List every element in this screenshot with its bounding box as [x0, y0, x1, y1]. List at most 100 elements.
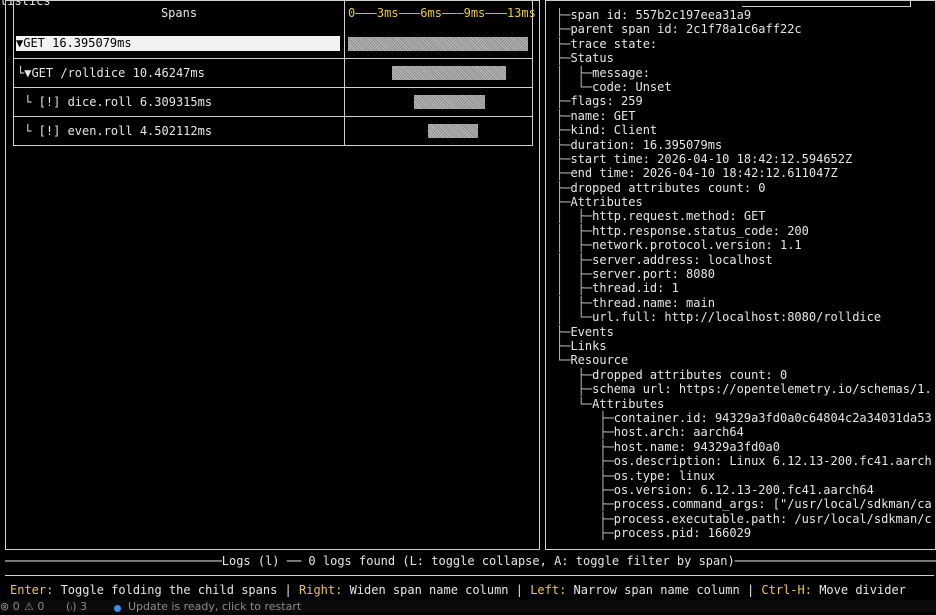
help-key-left: Left:	[530, 583, 567, 597]
span-detail-tree[interactable]: ├─span id: 557b2c197eea31a9 ├─parent span…	[556, 8, 934, 544]
logs-panel-header[interactable]: ──────────────────────────────Logs (l) ─…	[5, 553, 936, 576]
help-key-right: Right:	[299, 583, 343, 597]
detail-line: ├─Events	[556, 325, 934, 339]
status-bar: ⊗ 0 ⚠ 0 (ᵢ) 3 Update is ready, click to …	[0, 600, 936, 615]
detail-text: process.command_args: ["/usr/local/sdkma…	[613, 497, 932, 512]
detail-line: ├─dropped attributes count: 0	[556, 181, 934, 195]
detail-line: ├─parent span id: 2c1f78a1c6aff22c	[556, 22, 934, 36]
detail-text: Links	[570, 338, 607, 353]
detail-line: │ ├─thread.id: 1	[556, 281, 934, 295]
span-row-rolldice[interactable]: └▼GET /rolldice 10.46247ms	[14, 59, 532, 88]
detail-line: ├─Attributes	[556, 195, 934, 209]
detail-text: dropped attributes count: 0	[570, 180, 766, 195]
help-text-right: Widen span name column |	[342, 583, 531, 597]
detail-line: ├─dropped attributes count: 0	[556, 368, 934, 382]
tree-connector: ├─	[556, 94, 571, 109]
detail-text: message:	[592, 65, 650, 80]
help-text-enter: Toggle folding the child spans |	[53, 583, 299, 597]
detail-text: Status	[570, 51, 614, 66]
detail-text: dropped attributes count: 0	[592, 367, 788, 382]
detail-line: └─Resource	[556, 353, 934, 367]
logs-title: ──────────────────────────────Logs (l) ─…	[5, 554, 936, 568]
tree-connector: ├─	[556, 8, 571, 22]
detail-line: │ └─code: Unset	[556, 80, 934, 94]
tree-connector: │ ├─	[556, 223, 593, 238]
tree-connector: ├─	[556, 482, 614, 497]
span-row-get[interactable]: ▼GET 16.395079ms	[14, 30, 532, 59]
tree-connector: │ ├─	[556, 281, 593, 296]
detail-text: start time: 2026-04-10 18:42:12.594652Z	[570, 151, 853, 166]
tree-connector: │ ├─	[556, 267, 593, 282]
help-text-ctrl-h: Move divider	[811, 583, 906, 597]
tree-connector: └─	[556, 353, 571, 368]
detail-line: ├─duration: 16.395079ms	[556, 138, 934, 152]
span-duration-bar	[414, 95, 485, 109]
span-row-even-roll[interactable]: └ [!] even.roll 4.502112ms	[14, 117, 532, 146]
detail-line: ├─process.executable.path: /usr/local/sd…	[556, 512, 934, 526]
tree-connector: │ └─	[556, 79, 593, 94]
span-table: Spans 0———3ms———6ms———9ms———13ms ▼GET 16…	[13, 0, 536, 146]
detail-text: duration: 16.395079ms	[570, 137, 723, 152]
detail-line: ├─Links	[556, 339, 934, 353]
tree-connector: ├─	[556, 367, 593, 382]
spans-column-header: Spans	[160, 6, 198, 20]
detail-text: host.name: 94329a3fd0a0	[613, 439, 780, 454]
detail-text: container.id: 94329a3fd0a0c64804c2a34031…	[613, 410, 932, 425]
detail-line: │ ├─server.port: 8080	[556, 267, 934, 281]
update-notice[interactable]: Update is ready, click to restart	[128, 600, 301, 613]
tree-connector: │ ├─	[556, 238, 593, 253]
detail-line: │ └─url.full: http://localhost:8080/roll…	[556, 310, 934, 324]
detail-line: ├─os.type: linux	[556, 469, 934, 483]
tree-connector: ├─	[556, 526, 614, 541]
detail-text: trace state:	[570, 36, 658, 51]
detail-line: ├─os.version: 6.12.13-200.fc41.aarch64	[556, 483, 934, 497]
span-duration-bar	[392, 66, 506, 80]
update-dot-icon	[114, 602, 121, 615]
detail-text: server.address: localhost	[592, 252, 773, 267]
detail-text: process.pid: 166029	[613, 526, 752, 541]
detail-text: Attributes	[592, 396, 665, 411]
detail-text: host.arch: aarch64	[613, 425, 744, 440]
detail-text: http.response.status_code: 200	[592, 223, 809, 238]
detail-text: flags: 259	[570, 94, 643, 109]
detail-line: │ ├─http.request.method: GET	[556, 209, 934, 223]
detail-text: os.type: linux	[613, 468, 715, 483]
warning-count[interactable]: ⚠ 0	[24, 600, 44, 613]
span-row-label: ▼GET 16.395079ms	[16, 36, 340, 51]
span-row-label: └▼GET /rolldice 10.46247ms	[17, 66, 205, 80]
detail-line: ├─end time: 2026-04-10 18:42:12.611047Z	[556, 166, 934, 180]
detail-line: ├─start time: 2026-04-10 18:42:12.594652…	[556, 152, 934, 166]
detail-text: kind: Client	[570, 123, 658, 138]
span-duration-bar	[348, 37, 528, 51]
detail-line: ├─trace state:	[556, 37, 934, 51]
detail-line: ├─flags: 259	[556, 94, 934, 108]
tree-connector: ├─	[556, 108, 571, 123]
tree-connector: ├─	[556, 195, 571, 210]
ports-indicator[interactable]: (ᵢ) 3	[66, 600, 87, 613]
detail-line: │ ├─network.protocol.version: 1.1	[556, 238, 934, 252]
tree-connector: │ ├─	[556, 209, 593, 224]
tree-connector: ├─	[556, 22, 571, 37]
tree-connector: └─	[556, 396, 593, 411]
detail-line: ├─os.description: Linux 6.12.13-200.fc41…	[556, 454, 934, 468]
tree-connector: ├─	[556, 166, 571, 181]
tree-connector: ├─	[556, 439, 614, 454]
detail-text: server.port: 8080	[592, 267, 715, 282]
tree-connector: │ ├─	[556, 295, 593, 310]
tree-connector: ├─	[556, 425, 614, 440]
tree-connector: ├─	[556, 338, 571, 353]
detail-text: network.protocol.version: 1.1	[592, 238, 802, 253]
detail-line: ├─kind: Client	[556, 123, 934, 137]
detail-text: Resource	[570, 353, 629, 368]
detail-line: │ ├─server.address: localhost	[556, 253, 934, 267]
tree-connector: ├─	[556, 454, 614, 469]
detail-text: os.description: Linux 6.12.13-200.fc41.a…	[613, 454, 932, 469]
timeline-header: 0———3ms———6ms———9ms———13ms	[348, 6, 536, 20]
tree-connector: ├─	[556, 468, 614, 483]
detail-line: ├─host.arch: aarch64	[556, 425, 934, 439]
detail-line: ├─span id: 557b2c197eea31a9	[556, 8, 934, 22]
span-row-dice-roll[interactable]: └ [!] dice.roll 6.309315ms	[14, 88, 532, 117]
error-count[interactable]: ⊗ 0	[0, 600, 20, 613]
detail-text: span id: 557b2c197eea31a9	[570, 8, 752, 22]
tree-connector: ├─	[556, 410, 614, 425]
